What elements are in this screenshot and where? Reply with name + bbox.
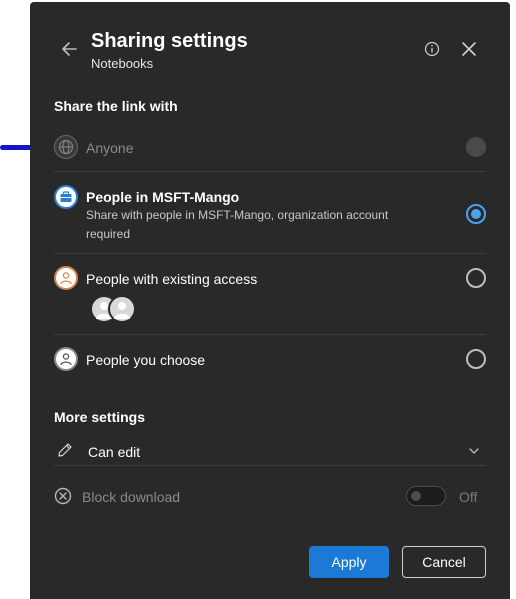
block-download-toggle[interactable] (406, 486, 446, 506)
share-option-organization[interactable]: People in MSFT-Mango Share with people i… (54, 183, 486, 243)
share-option-description: Share with people in MSFT-Mango, organiz… (86, 208, 389, 241)
share-option-label: Anyone (86, 140, 134, 156)
more-settings-label: More settings (54, 409, 146, 425)
radio-organization[interactable] (466, 204, 486, 224)
pencil-icon (58, 443, 72, 457)
close-icon[interactable] (460, 40, 478, 58)
cancel-button[interactable]: Cancel (402, 546, 486, 578)
radio-existing-access[interactable] (466, 268, 486, 288)
block-circle-icon (54, 487, 72, 505)
share-section-label: Share the link with (54, 98, 178, 114)
apply-button[interactable]: Apply (309, 546, 389, 578)
person-icon (54, 347, 78, 371)
divider (54, 334, 486, 335)
block-download-label: Block download (82, 489, 181, 505)
divider (54, 171, 486, 172)
share-option-label: People in MSFT-Mango (86, 189, 240, 205)
share-option-specific-people[interactable]: People you choose (54, 347, 486, 373)
info-icon[interactable] (424, 41, 440, 57)
share-option-label: People you choose (86, 352, 206, 368)
person-icon-glyph (60, 353, 72, 366)
toggle-knob (411, 491, 421, 501)
divider (54, 465, 486, 466)
avatar (108, 295, 136, 323)
sharing-settings-panel: Sharing settings Notebooks Share the lin… (30, 2, 510, 599)
person-icon (54, 266, 78, 290)
avatar-person-icon (114, 302, 130, 319)
radio-specific-people[interactable] (466, 349, 486, 369)
globe-icon-glyph (59, 140, 73, 154)
briefcase-icon (54, 185, 78, 209)
globe-icon (54, 135, 78, 159)
chevron-down-icon (469, 448, 479, 454)
divider (54, 253, 486, 254)
person-icon-glyph (60, 272, 72, 285)
share-option-anyone[interactable]: Anyone (54, 135, 486, 161)
permission-dropdown[interactable]: Can edit (54, 439, 486, 465)
briefcase-icon-glyph (60, 191, 72, 202)
arrow-left-icon[interactable] (58, 38, 80, 60)
permission-value: Can edit (88, 444, 141, 460)
share-option-label: People with existing access (86, 271, 258, 287)
page-title: Sharing settings (91, 30, 248, 52)
radio-selected-dot (471, 209, 481, 219)
radio-anyone[interactable] (466, 137, 486, 157)
page-subtitle: Notebooks (91, 56, 154, 71)
block-download-row: Block download Off (54, 484, 486, 510)
toggle-state-label: Off (459, 489, 478, 505)
